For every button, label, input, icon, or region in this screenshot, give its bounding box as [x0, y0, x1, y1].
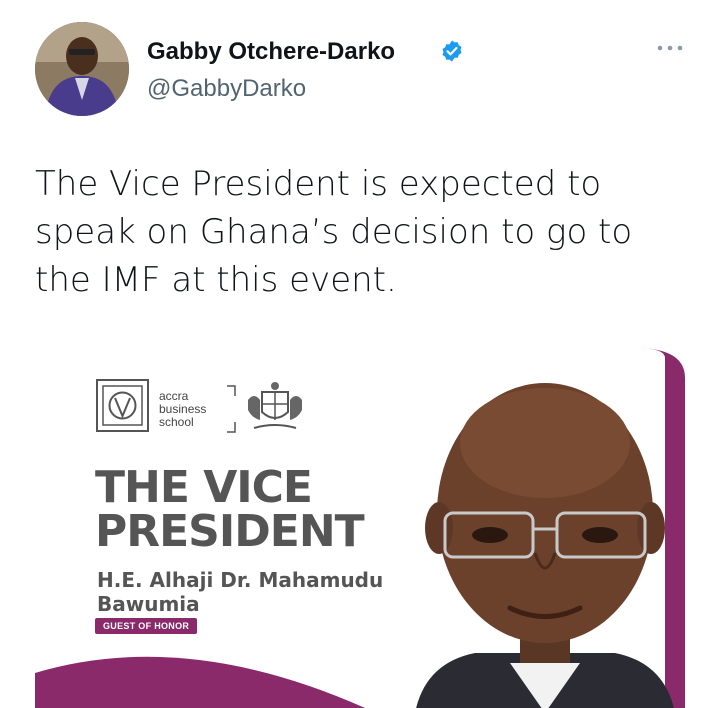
- tweet-header: Gabby Otchere-Darko @GabbyDarko: [0, 0, 720, 130]
- event-title-line-2: PRESIDENT: [95, 506, 365, 557]
- vice-president-portrait: [416, 383, 674, 708]
- avatar[interactable]: [35, 22, 129, 116]
- more-horizontal-icon[interactable]: [655, 42, 685, 54]
- logo-line-3: school: [159, 415, 194, 429]
- user-handle[interactable]: @GabbyDarko: [147, 75, 306, 103]
- purple-arc-shape: [35, 656, 365, 708]
- accra-business-school-logo-icon: [96, 379, 149, 432]
- event-title: THE VICE PRESIDENT: [95, 462, 365, 557]
- guest-of-honor-badge: GUEST OF HONOR: [95, 618, 198, 634]
- tweet-text: The Vice President is expected to speak …: [35, 164, 633, 300]
- guest-name: H.E. Alhaji Dr. Mahamudu Bawumia: [97, 568, 383, 616]
- tweet-media-image[interactable]: accra business school THE VICE PRESIDENT…: [35, 348, 685, 708]
- guest-name-line-2: Bawumia: [97, 592, 200, 616]
- logo-text: accra business school: [159, 390, 206, 429]
- display-name[interactable]: Gabby Otchere-Darko: [147, 38, 395, 66]
- verified-badge-icon: [442, 40, 462, 62]
- event-title-line-1: THE VICE: [95, 462, 313, 513]
- ghana-coat-of-arms-icon: [248, 382, 302, 429]
- guest-name-line-1: H.E. Alhaji Dr. Mahamudu: [97, 568, 384, 592]
